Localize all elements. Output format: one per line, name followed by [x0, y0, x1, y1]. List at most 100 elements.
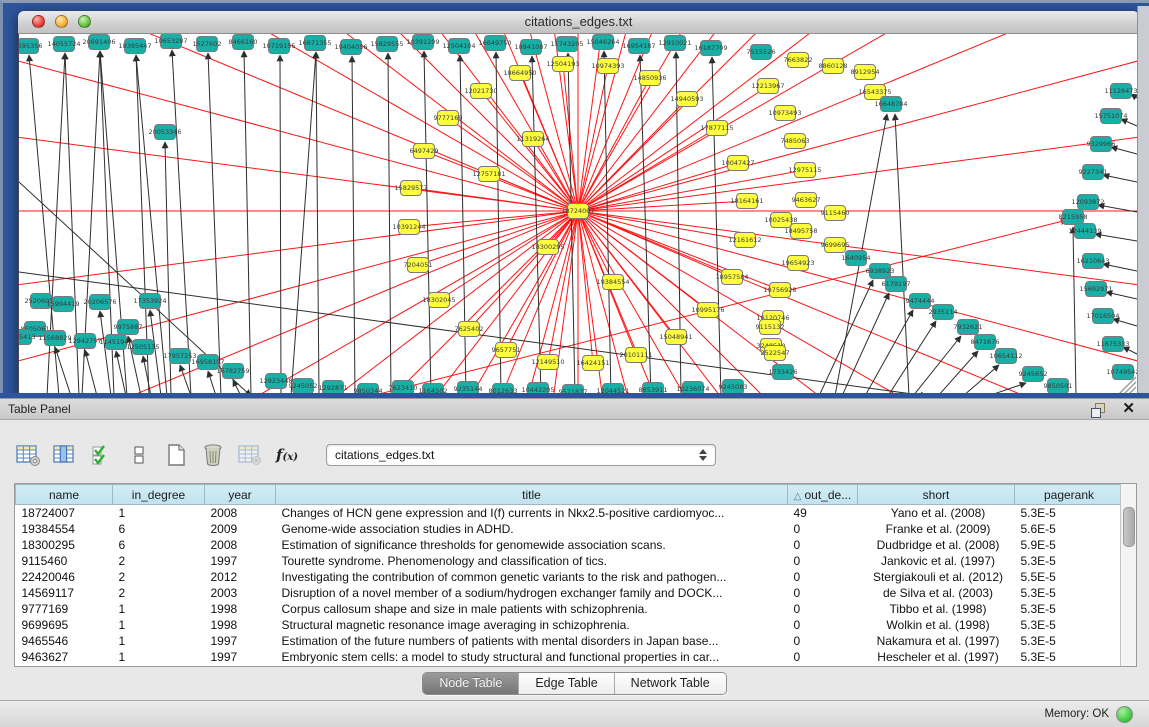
graph-node-label: 16424151	[576, 359, 609, 367]
new-table-icon[interactable]	[162, 441, 190, 469]
tab-network-table[interactable]: Network Table	[615, 673, 726, 694]
graph-node-label: 7515526	[747, 48, 776, 56]
red-citation-edge	[578, 78, 650, 211]
graph-node-label: 1527602	[193, 40, 222, 48]
graph-node-label: 14940593	[670, 95, 703, 103]
graph-node-label: 15046264	[586, 38, 619, 46]
cell-title: Tourette syndrome. Phenomenology and cla…	[276, 553, 788, 569]
citation-edge	[712, 57, 721, 395]
graph-node-label: 11743205	[550, 40, 583, 48]
cell-pagerank: 5.3E-5	[1015, 585, 1124, 601]
table-row[interactable]: 1830029562008Estimation of significance …	[16, 537, 1124, 553]
graph-node-label: 7625402	[455, 325, 484, 333]
citation-edge	[244, 51, 251, 395]
cell-short: Nakamura et al. (1997)	[858, 633, 1015, 649]
cell-year: 2009	[205, 521, 276, 537]
graph-node-label: 10236074	[676, 385, 709, 393]
graph-node-label: 18395447	[118, 42, 151, 50]
cell-title: Embryonic stem cells: a model to study s…	[276, 649, 788, 665]
table-row[interactable]: 946362711997Embryonic stem cells: a mode…	[16, 649, 1124, 665]
graph-node-label: 17877115	[700, 124, 733, 132]
network-window-titlebar[interactable]: citations_edges.txt	[18, 11, 1139, 34]
citation-edge	[1103, 264, 1137, 271]
citation-edge	[388, 53, 391, 395]
cell-name: 9463627	[16, 649, 113, 665]
graph-node-label: 9975887	[114, 323, 143, 331]
cell-title: Changes of HCN gene expression and I(f) …	[276, 505, 788, 522]
column-header-in_degree[interactable]: in_degree	[113, 485, 205, 505]
network-canvas[interactable]: 9595356140557242069140618395447106532871…	[18, 34, 1139, 395]
table-row[interactable]: 977716911998Corpus callosum shape and si…	[16, 601, 1124, 617]
table-row[interactable]: 1456911722003Disruption of a novel membe…	[16, 585, 1124, 601]
graph-node-label: 9463627	[792, 196, 821, 204]
cell-in_degree: 2	[113, 585, 205, 601]
cell-in_degree: 6	[113, 521, 205, 537]
table-row[interactable]: 946554611997Estimation of the future num…	[16, 633, 1124, 649]
cell-pagerank: 5.3E-5	[1015, 601, 1124, 617]
red-citation-edge	[578, 34, 1138, 211]
graph-node-label: 10654112	[989, 352, 1022, 360]
column-header-name[interactable]: name	[16, 485, 113, 505]
function-builder-icon[interactable]: f(x)	[273, 441, 301, 469]
table-chooser-dropdown[interactable]: citations_edges.txt	[326, 444, 716, 466]
cell-in_degree: 1	[113, 601, 205, 617]
scrollbar-thumb[interactable]	[1123, 507, 1135, 547]
graph-node-label: 10653287	[154, 37, 187, 45]
table-panel-body: f(x) citations_edges.txt namein_degreeyea…	[0, 420, 1149, 700]
table-row[interactable]: 1872400712008Changes of HCN gene express…	[16, 505, 1124, 522]
graph-node-label: 9235144	[454, 385, 483, 393]
cell-pagerank: 5.3E-5	[1015, 633, 1124, 649]
table-row[interactable]: 1938455462009Genome-wide association stu…	[16, 521, 1124, 537]
graph-node-label: 15692971	[1079, 285, 1112, 293]
graph-node-label: 9115132	[756, 323, 785, 331]
graph-node-label: 10749542	[1106, 368, 1138, 376]
column-header-short[interactable]: short	[858, 485, 1015, 505]
graph-node-label: 7485063	[781, 137, 810, 145]
graph-node-label: 11675333	[1096, 340, 1129, 348]
cell-out_degree: 0	[788, 617, 858, 633]
table-vertical-scrollbar[interactable]	[1120, 484, 1136, 666]
tab-edge-table[interactable]: Edge Table	[519, 673, 614, 694]
graph-node-label: 16648784	[874, 100, 907, 108]
delete-table-icon[interactable]	[199, 441, 227, 469]
table-row[interactable]: 969969511998Structural magnetic resonanc…	[16, 617, 1124, 633]
memory-ok-indicator-icon[interactable]	[1116, 706, 1133, 723]
cell-title: Structural magnetic resonance image aver…	[276, 617, 788, 633]
tab-node-table[interactable]: Node Table	[423, 673, 519, 694]
graph-node-label: 16671355	[298, 39, 331, 47]
column-header-out_degree[interactable]: △out_de...	[788, 485, 858, 505]
cell-year: 2003	[205, 585, 276, 601]
table-row[interactable]: 911546021997Tourette syndrome. Phenomeno…	[16, 553, 1124, 569]
red-citation-edge	[481, 91, 578, 211]
float-panel-icon[interactable]	[1091, 403, 1105, 417]
graph-node-label: 19404056	[334, 43, 367, 51]
graph-node-label: 9777169	[434, 114, 463, 122]
dropdown-arrows-icon	[699, 449, 707, 461]
column-header-pagerank[interactable]: pagerank	[1015, 485, 1124, 505]
cell-year: 2012	[205, 569, 276, 585]
cell-short: Jankovic et al. (1997)	[858, 553, 1015, 569]
cell-pagerank: 5.9E-5	[1015, 537, 1124, 553]
graph-node-label: 16649750	[478, 39, 511, 47]
column-checklist-icon[interactable]	[88, 441, 116, 469]
row-height-icon[interactable]	[125, 441, 153, 469]
graph-node-label: 18300295	[531, 243, 564, 251]
close-panel-icon[interactable]: ✕	[1122, 401, 1135, 417]
graph-node-label: 11126473	[1104, 87, 1137, 95]
cell-out_degree: 0	[788, 649, 858, 665]
column-chooser-icon[interactable]	[51, 441, 79, 469]
graph-node-label: 6938923	[866, 267, 895, 275]
cell-title: Genome-wide association studies in ADHD.	[276, 521, 788, 537]
table-settings-icon[interactable]	[14, 441, 42, 469]
graph-node-label: 12942757	[68, 337, 101, 345]
graph-node-label: 19756928	[763, 286, 796, 294]
graph-node-label: 15751074	[1094, 112, 1127, 120]
table-row[interactable]: 2242004622012Investigating the contribut…	[16, 569, 1124, 585]
network-window[interactable]: citations_edges.txt 95953561405572420691…	[18, 11, 1139, 395]
column-header-title[interactable]: title	[276, 485, 788, 505]
column-header-year[interactable]: year	[205, 485, 276, 505]
graph-node-label: 7663822	[784, 56, 813, 64]
graph-node-label: 9245652	[1019, 370, 1048, 378]
table-toolbar: f(x) citations_edges.txt	[14, 438, 716, 472]
cell-name: 9777169	[16, 601, 113, 617]
